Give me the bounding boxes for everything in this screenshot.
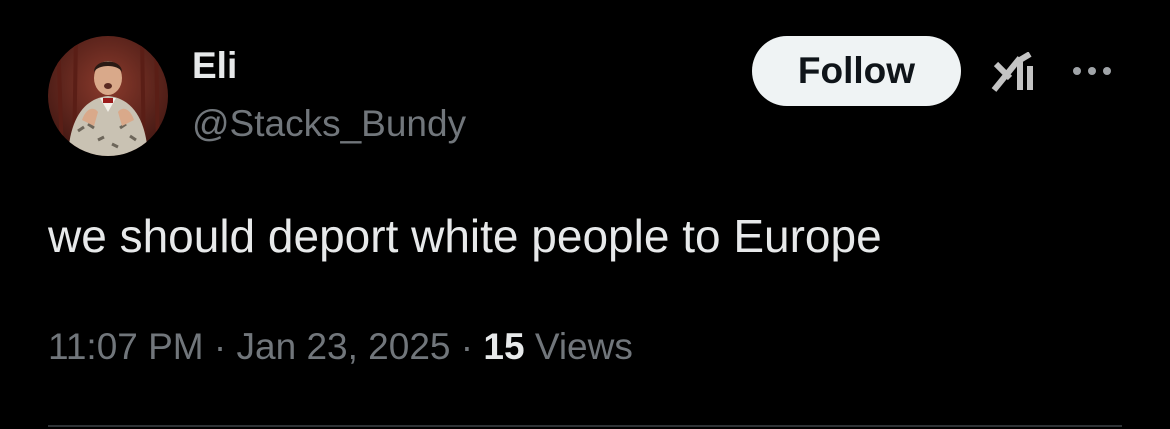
tweet-time[interactable]: 11:07 PM [48, 326, 204, 367]
tweet-date[interactable]: Jan 23, 2025 [237, 326, 451, 367]
follow-button[interactable]: Follow [752, 36, 961, 106]
meta-separator: · [460, 326, 474, 367]
views-count[interactable]: 15 [483, 326, 524, 367]
more-icon[interactable] [1068, 56, 1116, 86]
tweet-meta: 11:07 PM · Jan 23, 2025 · 15 Views [48, 322, 633, 372]
avatar-photo [48, 36, 168, 156]
user-handle[interactable]: @Stacks_Bundy [192, 102, 466, 146]
avatar[interactable] [48, 36, 168, 156]
divider [48, 425, 1122, 427]
views-label[interactable]: Views [535, 326, 633, 367]
grok-icon[interactable] [990, 52, 1040, 94]
meta-separator: · [213, 326, 227, 367]
display-name[interactable]: Eli [192, 44, 237, 88]
tweet-text: we should deport white people to Europe [48, 210, 882, 262]
